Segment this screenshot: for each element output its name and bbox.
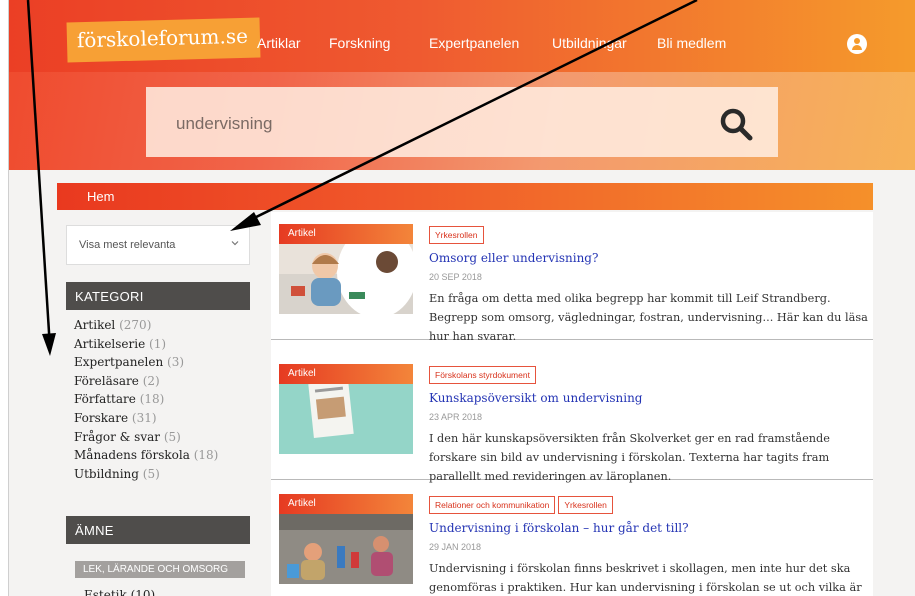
site-logo[interactable]: förskoleforum.se xyxy=(66,17,261,63)
breadcrumb: Hem xyxy=(57,183,873,210)
category-item[interactable]: Månadens förskola (18) xyxy=(74,448,254,467)
category-item[interactable]: Artikel (270) xyxy=(74,318,254,337)
category-item[interactable]: Artikelserie (1) xyxy=(74,337,254,356)
sort-select[interactable]: Visa mest relevanta xyxy=(66,225,250,265)
article-type-label: Artikel xyxy=(279,224,413,244)
article-card[interactable]: Artikel Förskolans styrdokument Kunskaps… xyxy=(271,352,873,483)
category-item[interactable]: Författare (18) xyxy=(74,392,254,411)
sort-selected-value: Visa mest relevanta xyxy=(79,239,176,251)
top-navigation: förskoleforum.se Artiklar Forskning Expe… xyxy=(9,0,915,72)
tag-group: Yrkesrollen xyxy=(429,225,487,244)
chevron-down-icon xyxy=(231,241,239,246)
article-card[interactable]: Artikel Relationer och kommunikation Yrke… xyxy=(271,482,873,596)
article-card[interactable]: Artikel Yrkesrollen Omsorg eller undervi… xyxy=(271,212,873,343)
article-type-label: Artikel xyxy=(279,494,413,514)
nav-bli-medlem[interactable]: Bli medlem xyxy=(657,35,726,51)
category-item[interactable]: Utbildning (5) xyxy=(74,467,254,486)
category-heading: KATEGORI xyxy=(66,282,250,310)
article-title[interactable]: Kunskapsöversikt om undervisning xyxy=(429,391,642,405)
article-date: 20 SEP 2018 xyxy=(429,272,482,282)
category-item[interactable]: Frågor & svar (5) xyxy=(74,430,254,449)
article-date: 23 APR 2018 xyxy=(429,412,483,422)
article-excerpt: I den här kunskapsöversikten från Skolve… xyxy=(429,432,830,483)
article-thumbnail[interactable]: Artikel xyxy=(279,224,413,314)
category-item[interactable]: Forskare (31) xyxy=(74,411,254,430)
tag-badge[interactable]: Relationer och kommunikation xyxy=(429,496,556,514)
article-type-label: Artikel xyxy=(279,364,413,384)
tag-badge[interactable]: Förskolans styrdokument xyxy=(429,366,536,384)
article-list: Artikel Yrkesrollen Omsorg eller undervi… xyxy=(271,212,873,596)
search-icon[interactable] xyxy=(719,107,753,141)
nav-utbildningar[interactable]: Utbildningar xyxy=(552,35,627,51)
category-list: Artikel (270) Artikelserie (1) Expertpan… xyxy=(74,318,254,485)
user-icon[interactable] xyxy=(847,34,867,54)
subject-group-label: LEK, LÄRANDE OCH OMSORG xyxy=(75,561,245,578)
nav-forskning[interactable]: Forskning xyxy=(329,35,390,51)
article-title[interactable]: Undervisning i förskolan – hur går det t… xyxy=(429,521,689,535)
article-title[interactable]: Omsorg eller undervisning? xyxy=(429,251,598,265)
tag-badge[interactable]: Yrkesrollen xyxy=(429,226,484,244)
tag-group: Relationer och kommunikation Yrkesrollen xyxy=(429,495,616,514)
article-date: 29 JAN 2018 xyxy=(429,542,482,552)
article-thumbnail[interactable]: Artikel xyxy=(279,364,413,454)
search-box[interactable]: undervisning xyxy=(146,87,778,157)
browser-page: förskoleforum.se Artiklar Forskning Expe… xyxy=(8,0,915,596)
tag-badge[interactable]: Yrkesrollen xyxy=(558,496,613,514)
subject-item[interactable]: Estetik (10) xyxy=(84,588,155,596)
category-item[interactable]: Föreläsare (2) xyxy=(74,374,254,393)
article-thumbnail[interactable]: Artikel xyxy=(279,494,413,584)
category-item[interactable]: Expertpanelen (3) xyxy=(74,355,254,374)
tag-group: Förskolans styrdokument xyxy=(429,365,539,384)
article-excerpt: En fråga om detta med olika begrepp har … xyxy=(429,292,868,343)
breadcrumb-home[interactable]: Hem xyxy=(87,189,114,204)
article-excerpt: Undervisning i förskolan finns beskrivet… xyxy=(429,562,862,594)
subject-heading: ÄMNE xyxy=(66,516,250,544)
search-input[interactable]: undervisning xyxy=(176,114,272,134)
nav-artiklar[interactable]: Artiklar xyxy=(257,35,301,51)
nav-expertpanelen[interactable]: Expertpanelen xyxy=(429,35,519,51)
